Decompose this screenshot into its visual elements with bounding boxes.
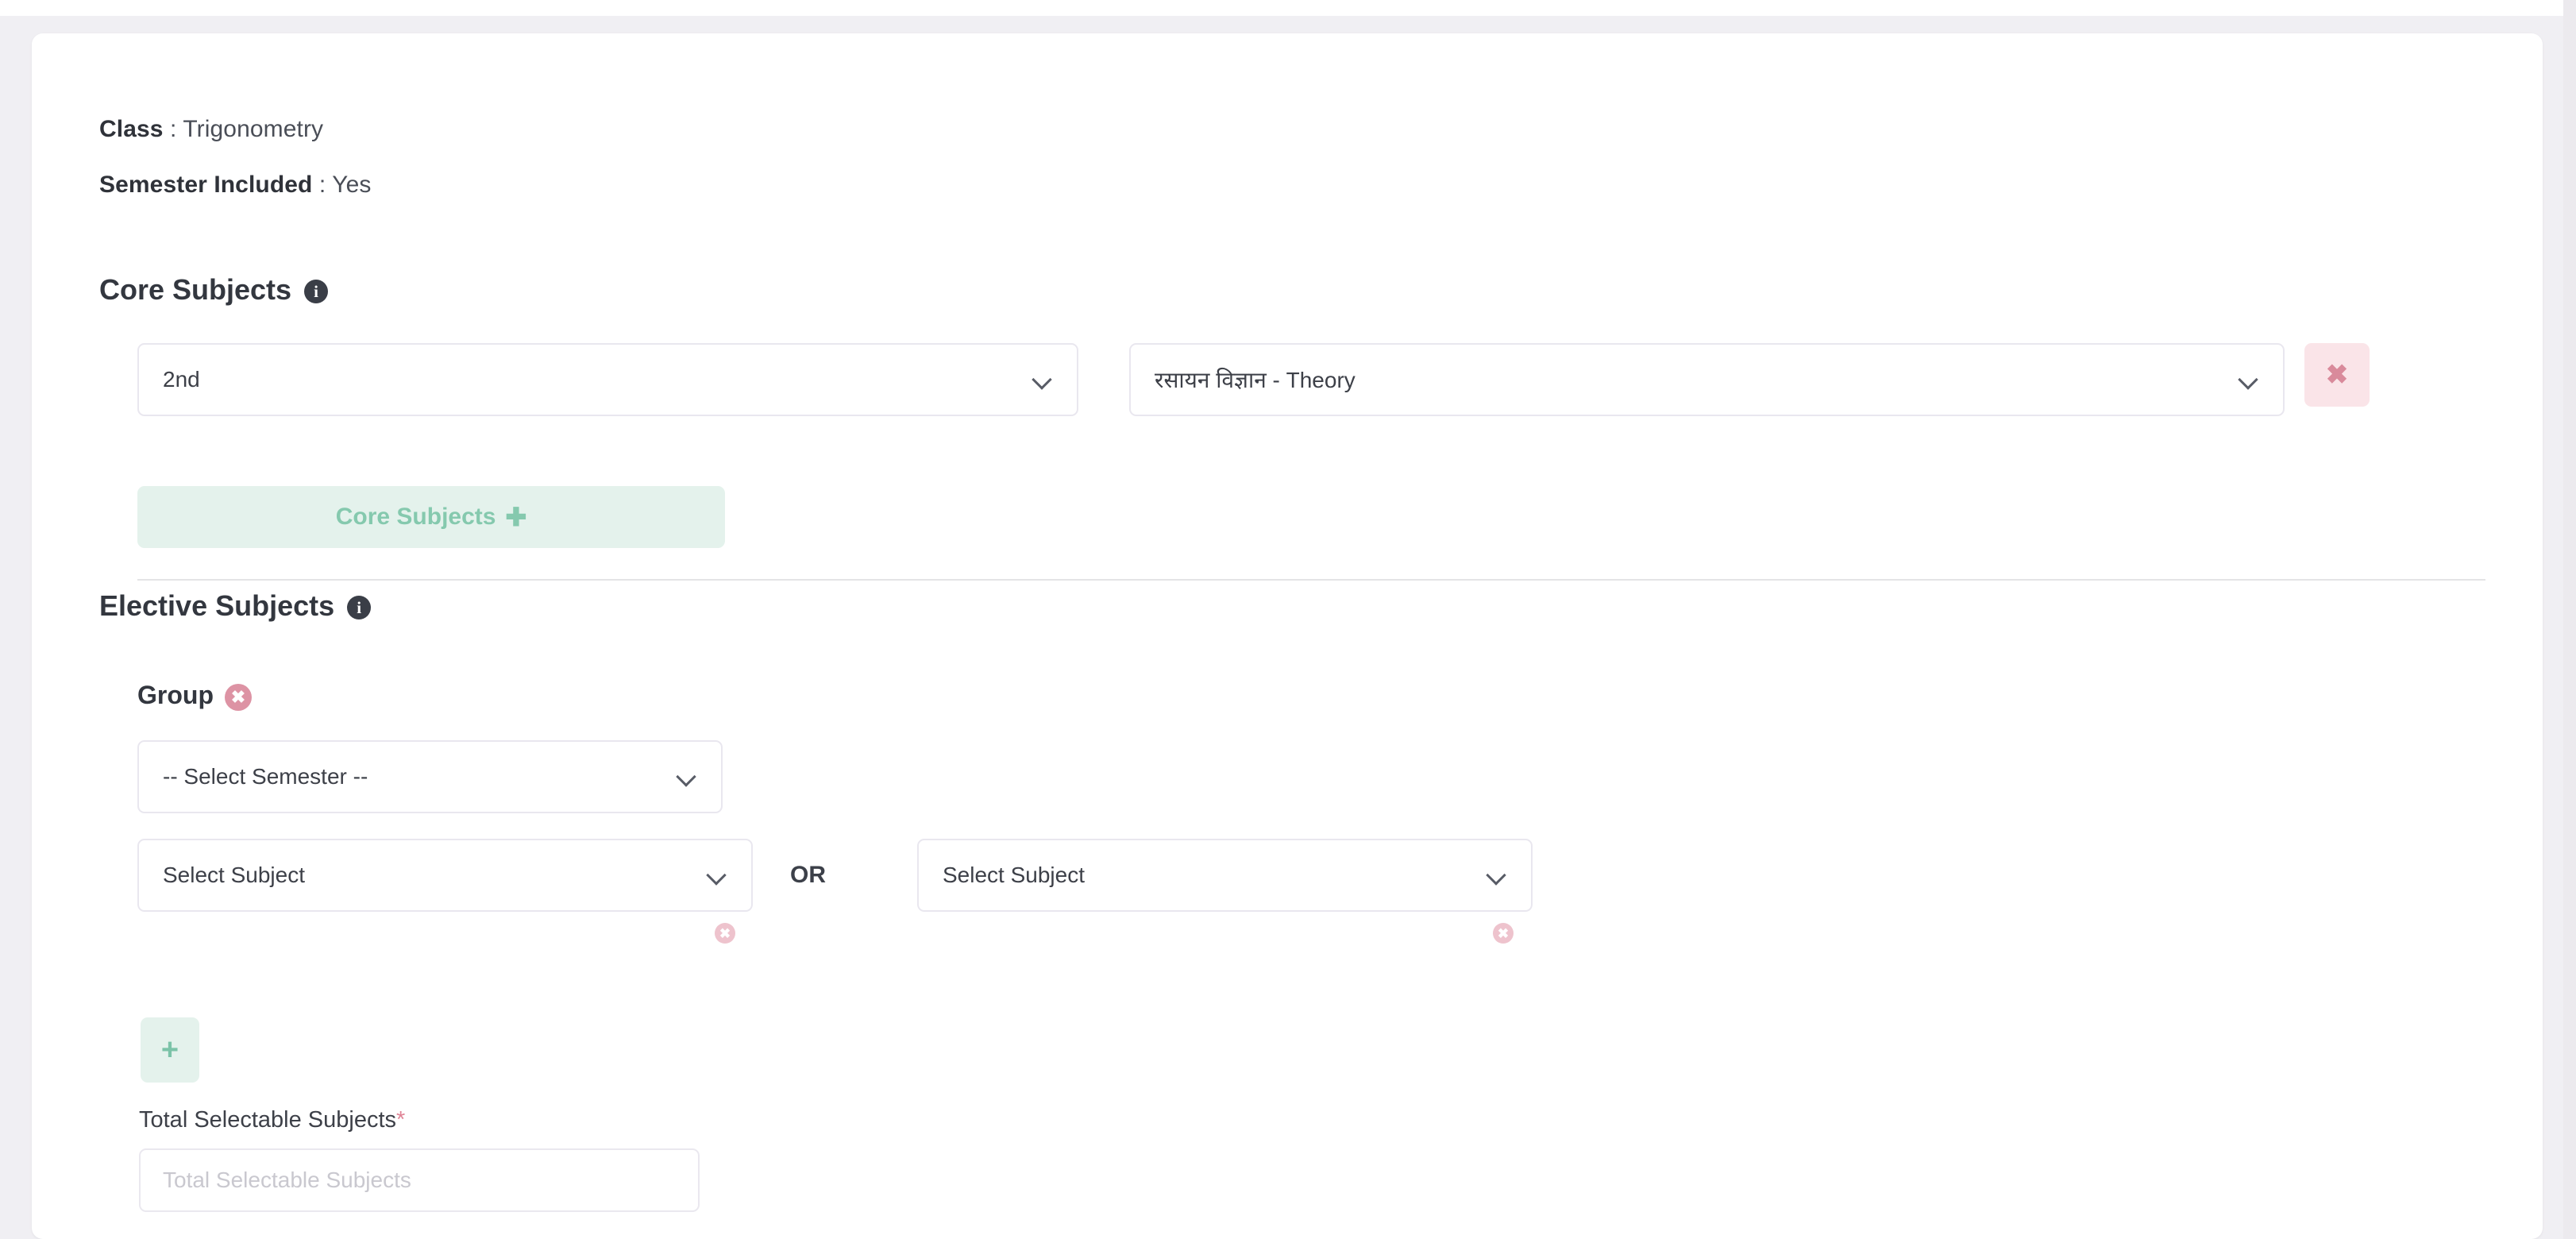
core-subject-select[interactable]: रसायन विज्ञान - Theory xyxy=(1129,343,2285,416)
core-semester-select[interactable]: 2nd xyxy=(137,343,1078,416)
core-semester-value: 2nd xyxy=(163,367,200,392)
core-subject-value: रसायन विज्ञान - Theory xyxy=(1155,368,1355,392)
add-core-subjects-button[interactable]: Core Subjects ✚ xyxy=(137,486,725,548)
chevron-down-icon xyxy=(707,865,727,886)
group-label-row: Group ✖ xyxy=(137,681,252,711)
total-selectable-subjects-label: Total Selectable Subjects* xyxy=(139,1107,405,1133)
or-separator-label: OR xyxy=(790,862,826,888)
chevron-down-icon xyxy=(677,766,697,787)
form-card: Class : Trigonometry Semester Included :… xyxy=(32,33,2543,1239)
semester-included-separator: : xyxy=(312,172,333,198)
required-asterisk: * xyxy=(396,1107,406,1133)
total-selectable-subjects-input[interactable] xyxy=(139,1148,700,1212)
add-elective-group-button[interactable]: + xyxy=(141,1017,199,1083)
add-core-subjects-label: Core Subjects xyxy=(335,504,496,530)
left-gutter xyxy=(0,16,32,1239)
elective-subject-select-1[interactable]: Select Subject xyxy=(137,839,753,912)
remove-group-icon[interactable]: ✖ xyxy=(224,683,252,711)
info-icon[interactable]: i xyxy=(347,596,372,620)
page-root: Class : Trigonometry Semester Included :… xyxy=(0,0,2576,1239)
elective-subjects-heading: Elective Subjects i xyxy=(99,589,372,623)
class-value: Trigonometry xyxy=(183,116,324,142)
info-icon[interactable]: i xyxy=(304,280,329,303)
form-card-inner: Class : Trigonometry Semester Included :… xyxy=(32,33,2543,1239)
remove-elective-subject-2-icon[interactable]: ✖ xyxy=(1493,923,1514,944)
chevron-down-icon xyxy=(1032,369,1053,390)
chevron-down-icon xyxy=(2239,369,2259,390)
semester-included-label: Semester Included xyxy=(99,172,313,198)
core-subjects-title: Core Subjects xyxy=(99,273,292,306)
elective-subject-1-value: Select Subject xyxy=(163,863,305,887)
remove-elective-subject-1-icon[interactable]: ✖ xyxy=(715,923,735,944)
class-separator: : xyxy=(163,116,183,142)
group-semester-select[interactable]: -- Select Semester -- xyxy=(137,740,723,813)
class-label: Class xyxy=(99,116,164,142)
section-divider xyxy=(137,579,2485,581)
class-info-line: Class : Trigonometry xyxy=(99,116,323,143)
total-selectable-subjects-label-text: Total Selectable Subjects xyxy=(139,1107,397,1133)
elective-subject-select-2[interactable]: Select Subject xyxy=(917,839,1533,912)
chevron-down-icon xyxy=(1487,865,1507,886)
elective-subject-2-value: Select Subject xyxy=(943,863,1085,887)
semester-included-line: Semester Included : Yes xyxy=(99,172,371,199)
elective-subjects-title: Elective Subjects xyxy=(99,589,335,622)
delete-core-subject-button[interactable]: ✖ xyxy=(2304,343,2370,407)
group-label-text: Group xyxy=(137,681,214,709)
right-scroll-gutter[interactable] xyxy=(2563,0,2576,1239)
core-subjects-heading: Core Subjects i xyxy=(99,273,329,307)
semester-included-value: Yes xyxy=(332,172,372,198)
group-semester-value: -- Select Semester -- xyxy=(163,764,368,789)
plus-icon: ✚ xyxy=(505,503,527,531)
